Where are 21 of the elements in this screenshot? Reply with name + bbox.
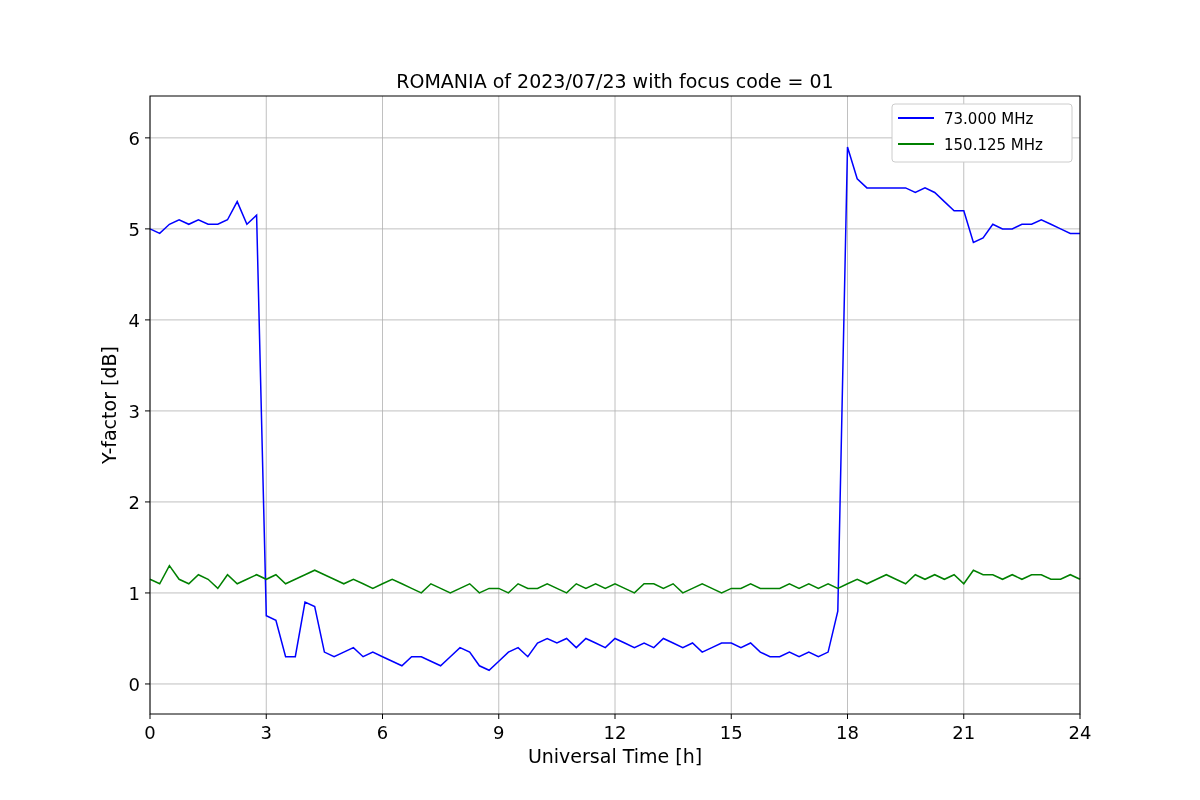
- legend-label: 150.125 MHz: [944, 136, 1043, 154]
- y-axis-label: Y-factor [dB]: [98, 346, 120, 464]
- y-tick-label: 3: [128, 400, 140, 422]
- y-tick-label: 5: [128, 218, 140, 240]
- x-tick-label: 15: [719, 722, 743, 743]
- x-tick-label: 12: [603, 722, 627, 743]
- legend-label: 73.000 MHz: [944, 110, 1034, 128]
- x-tick-label: 18: [836, 722, 859, 743]
- x-tick-label: 3: [260, 722, 272, 743]
- y-tick-label: 2: [128, 491, 140, 513]
- x-axis-label: Universal Time [h]: [527, 745, 703, 767]
- y-tick-label: 0: [128, 673, 140, 695]
- x-tick-label: 9: [493, 722, 505, 743]
- x-tick-label: 0: [144, 722, 156, 743]
- x-tick-label: 24: [1068, 722, 1092, 743]
- x-tick-label: 6: [376, 722, 389, 743]
- y-tick-label: 4: [128, 309, 140, 331]
- y-tick-label: 1: [128, 582, 140, 604]
- x-tick-label: 21: [952, 722, 976, 743]
- chart-title: ROMANIA of 2023/07/23 with focus code = 01: [396, 70, 834, 92]
- y-tick-label: 6: [128, 127, 140, 149]
